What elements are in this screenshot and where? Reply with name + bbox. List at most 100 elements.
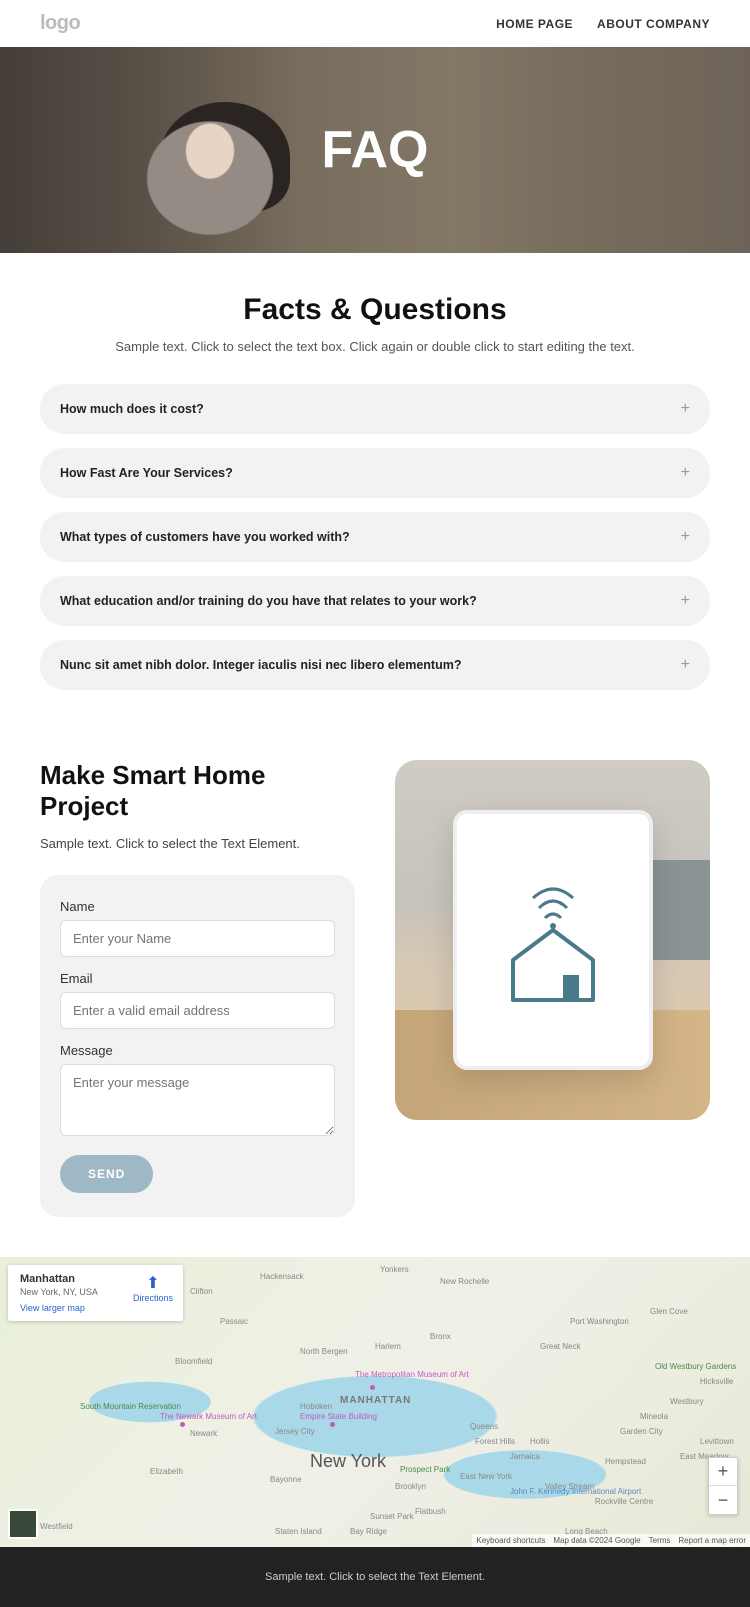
map-label-manhattan: MANHATTAN <box>340 1395 411 1406</box>
zoom-out-button[interactable]: − <box>709 1486 737 1514</box>
faq-heading: Facts & Questions <box>40 293 710 327</box>
map-label: Staten Island <box>275 1527 322 1536</box>
map-poi: The Newark Museum of Art <box>160 1412 257 1421</box>
map-dot-icon <box>330 1422 335 1427</box>
terms-link[interactable]: Terms <box>649 1536 671 1545</box>
map-label: Westbury <box>670 1397 704 1406</box>
map-poi: John F. Kennedy International Airport <box>510 1487 641 1496</box>
logo[interactable]: logo <box>40 12 80 35</box>
smart-home-image <box>395 760 710 1120</box>
smart-home-icon <box>493 870 613 1010</box>
map-label: Great Neck <box>540 1342 580 1351</box>
accordion-item[interactable]: What education and/or training do you ha… <box>40 576 710 626</box>
accordion-item[interactable]: What types of customers have you worked … <box>40 512 710 562</box>
faq-section: Facts & Questions Sample text. Click to … <box>0 253 750 730</box>
accordion-question: How much does it cost? <box>60 402 204 416</box>
map-label: Rockville Centre <box>595 1497 653 1506</box>
name-label: Name <box>60 899 335 914</box>
map[interactable]: Paterson Clifton Hackensack Passaic Bloo… <box>0 1257 750 1547</box>
accordion-item[interactable]: How much does it cost? + <box>40 384 710 434</box>
message-label: Message <box>60 1043 335 1058</box>
map-label: Hackensack <box>260 1272 304 1281</box>
map-label: North Bergen <box>300 1347 348 1356</box>
plus-icon: + <box>681 528 690 546</box>
map-label: Mineola <box>640 1412 668 1421</box>
nav-home[interactable]: HOME PAGE <box>496 17 573 31</box>
directions-label: Directions <box>133 1293 173 1303</box>
map-label: Hollis <box>530 1437 550 1446</box>
directions-button[interactable]: ⬆ Directions <box>133 1273 173 1303</box>
map-poi: Prospect Park <box>400 1465 450 1474</box>
map-dot-icon <box>370 1385 375 1390</box>
map-label: Brooklyn <box>395 1482 426 1491</box>
send-button[interactable]: SEND <box>60 1155 153 1193</box>
contact-right <box>395 760 710 1120</box>
map-dot-icon <box>180 1422 185 1427</box>
map-label: Bloomfield <box>175 1357 212 1366</box>
faq-subtext: Sample text. Click to select the text bo… <box>40 339 710 354</box>
map-label: Clifton <box>190 1287 213 1296</box>
plus-icon: + <box>681 400 690 418</box>
map-label: Sunset Park <box>370 1512 414 1521</box>
map-attribution: Keyboard shortcuts Map data ©2024 Google… <box>472 1534 750 1547</box>
map-label: Jersey City <box>275 1427 315 1436</box>
contact-heading: Make Smart Home Project <box>40 760 355 822</box>
map-label: Elizabeth <box>150 1467 183 1476</box>
map-poi: Old Westbury Gardens <box>655 1362 736 1371</box>
map-label: Flatbush <box>415 1507 446 1516</box>
map-label: Forest Hills <box>475 1437 515 1446</box>
map-label: New Rochelle <box>440 1277 489 1286</box>
map-label: Bay Ridge <box>350 1527 387 1536</box>
footer-text: Sample text. Click to select the Text El… <box>265 1571 485 1583</box>
hero-decoration <box>100 97 320 253</box>
accordion-item[interactable]: Nunc sit amet nibh dolor. Integer iaculi… <box>40 640 710 690</box>
contact-form: Name Email Message SEND <box>40 875 355 1217</box>
email-label: Email <box>60 971 335 986</box>
map-poi: Empire State Building <box>300 1412 377 1421</box>
nav: HOME PAGE ABOUT COMPANY <box>496 17 710 31</box>
keyboard-shortcuts-link[interactable]: Keyboard shortcuts <box>476 1536 545 1545</box>
map-satellite-toggle[interactable] <box>8 1509 38 1539</box>
accordion-question: What education and/or training do you ha… <box>60 594 477 608</box>
map-label: Garden City <box>620 1427 663 1436</box>
map-label: Bayonne <box>270 1475 302 1484</box>
contact-left: Make Smart Home Project Sample text. Cli… <box>40 760 355 1217</box>
hero-banner: FAQ <box>0 47 750 253</box>
zoom-in-button[interactable]: + <box>709 1458 737 1486</box>
map-label: Port Washington <box>570 1317 629 1326</box>
accordion-question: How Fast Are Your Services? <box>60 466 233 480</box>
map-label: Hicksville <box>700 1377 733 1386</box>
map-label: Levittown <box>700 1437 734 1446</box>
contact-subtext: Sample text. Click to select the Text El… <box>40 836 355 851</box>
view-larger-map-link[interactable]: View larger map <box>20 1303 171 1313</box>
plus-icon: + <box>681 592 690 610</box>
map-label: Harlem <box>375 1342 401 1351</box>
map-label: Passaic <box>220 1317 248 1326</box>
hero-title: FAQ <box>322 120 429 180</box>
name-input[interactable] <box>60 920 335 957</box>
map-label: Newark <box>190 1429 217 1438</box>
accordion-question: What types of customers have you worked … <box>60 530 350 544</box>
header: logo HOME PAGE ABOUT COMPANY <box>0 0 750 47</box>
plus-icon: + <box>681 464 690 482</box>
footer: Sample text. Click to select the Text El… <box>0 1547 750 1607</box>
contact-section: Make Smart Home Project Sample text. Cli… <box>0 730 750 1257</box>
email-input[interactable] <box>60 992 335 1029</box>
directions-icon: ⬆ <box>133 1273 173 1293</box>
map-poi: The Metropolitan Museum of Art <box>355 1370 469 1379</box>
map-label: Jamaica <box>510 1452 540 1461</box>
map-label: Queens <box>470 1422 498 1431</box>
message-input[interactable] <box>60 1064 335 1136</box>
zoom-control: + − <box>708 1457 738 1515</box>
report-error-link[interactable]: Report a map error <box>678 1536 746 1545</box>
accordion-item[interactable]: How Fast Are Your Services? + <box>40 448 710 498</box>
accordion-question: Nunc sit amet nibh dolor. Integer iaculi… <box>60 658 461 672</box>
map-label: East New York <box>460 1472 512 1481</box>
plus-icon: + <box>681 656 690 674</box>
map-label: Glen Cove <box>650 1307 688 1316</box>
map-data-label: Map data ©2024 Google <box>553 1536 640 1545</box>
tablet-icon <box>453 810 653 1070</box>
faq-header: Facts & Questions Sample text. Click to … <box>40 293 710 354</box>
map-label: Westfield <box>40 1522 73 1531</box>
nav-about[interactable]: ABOUT COMPANY <box>597 17 710 31</box>
